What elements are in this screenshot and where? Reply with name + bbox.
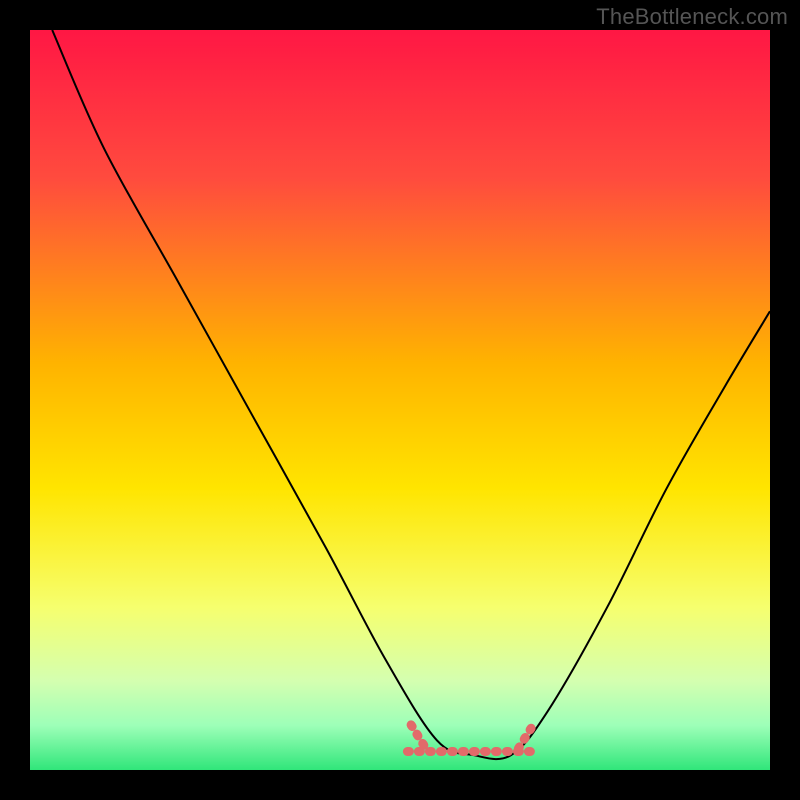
chart-frame: TheBottleneck.com (0, 0, 800, 800)
plot-area (30, 30, 770, 770)
watermark-label: TheBottleneck.com (596, 4, 788, 30)
chart-svg (30, 30, 770, 770)
gradient-background (30, 30, 770, 770)
